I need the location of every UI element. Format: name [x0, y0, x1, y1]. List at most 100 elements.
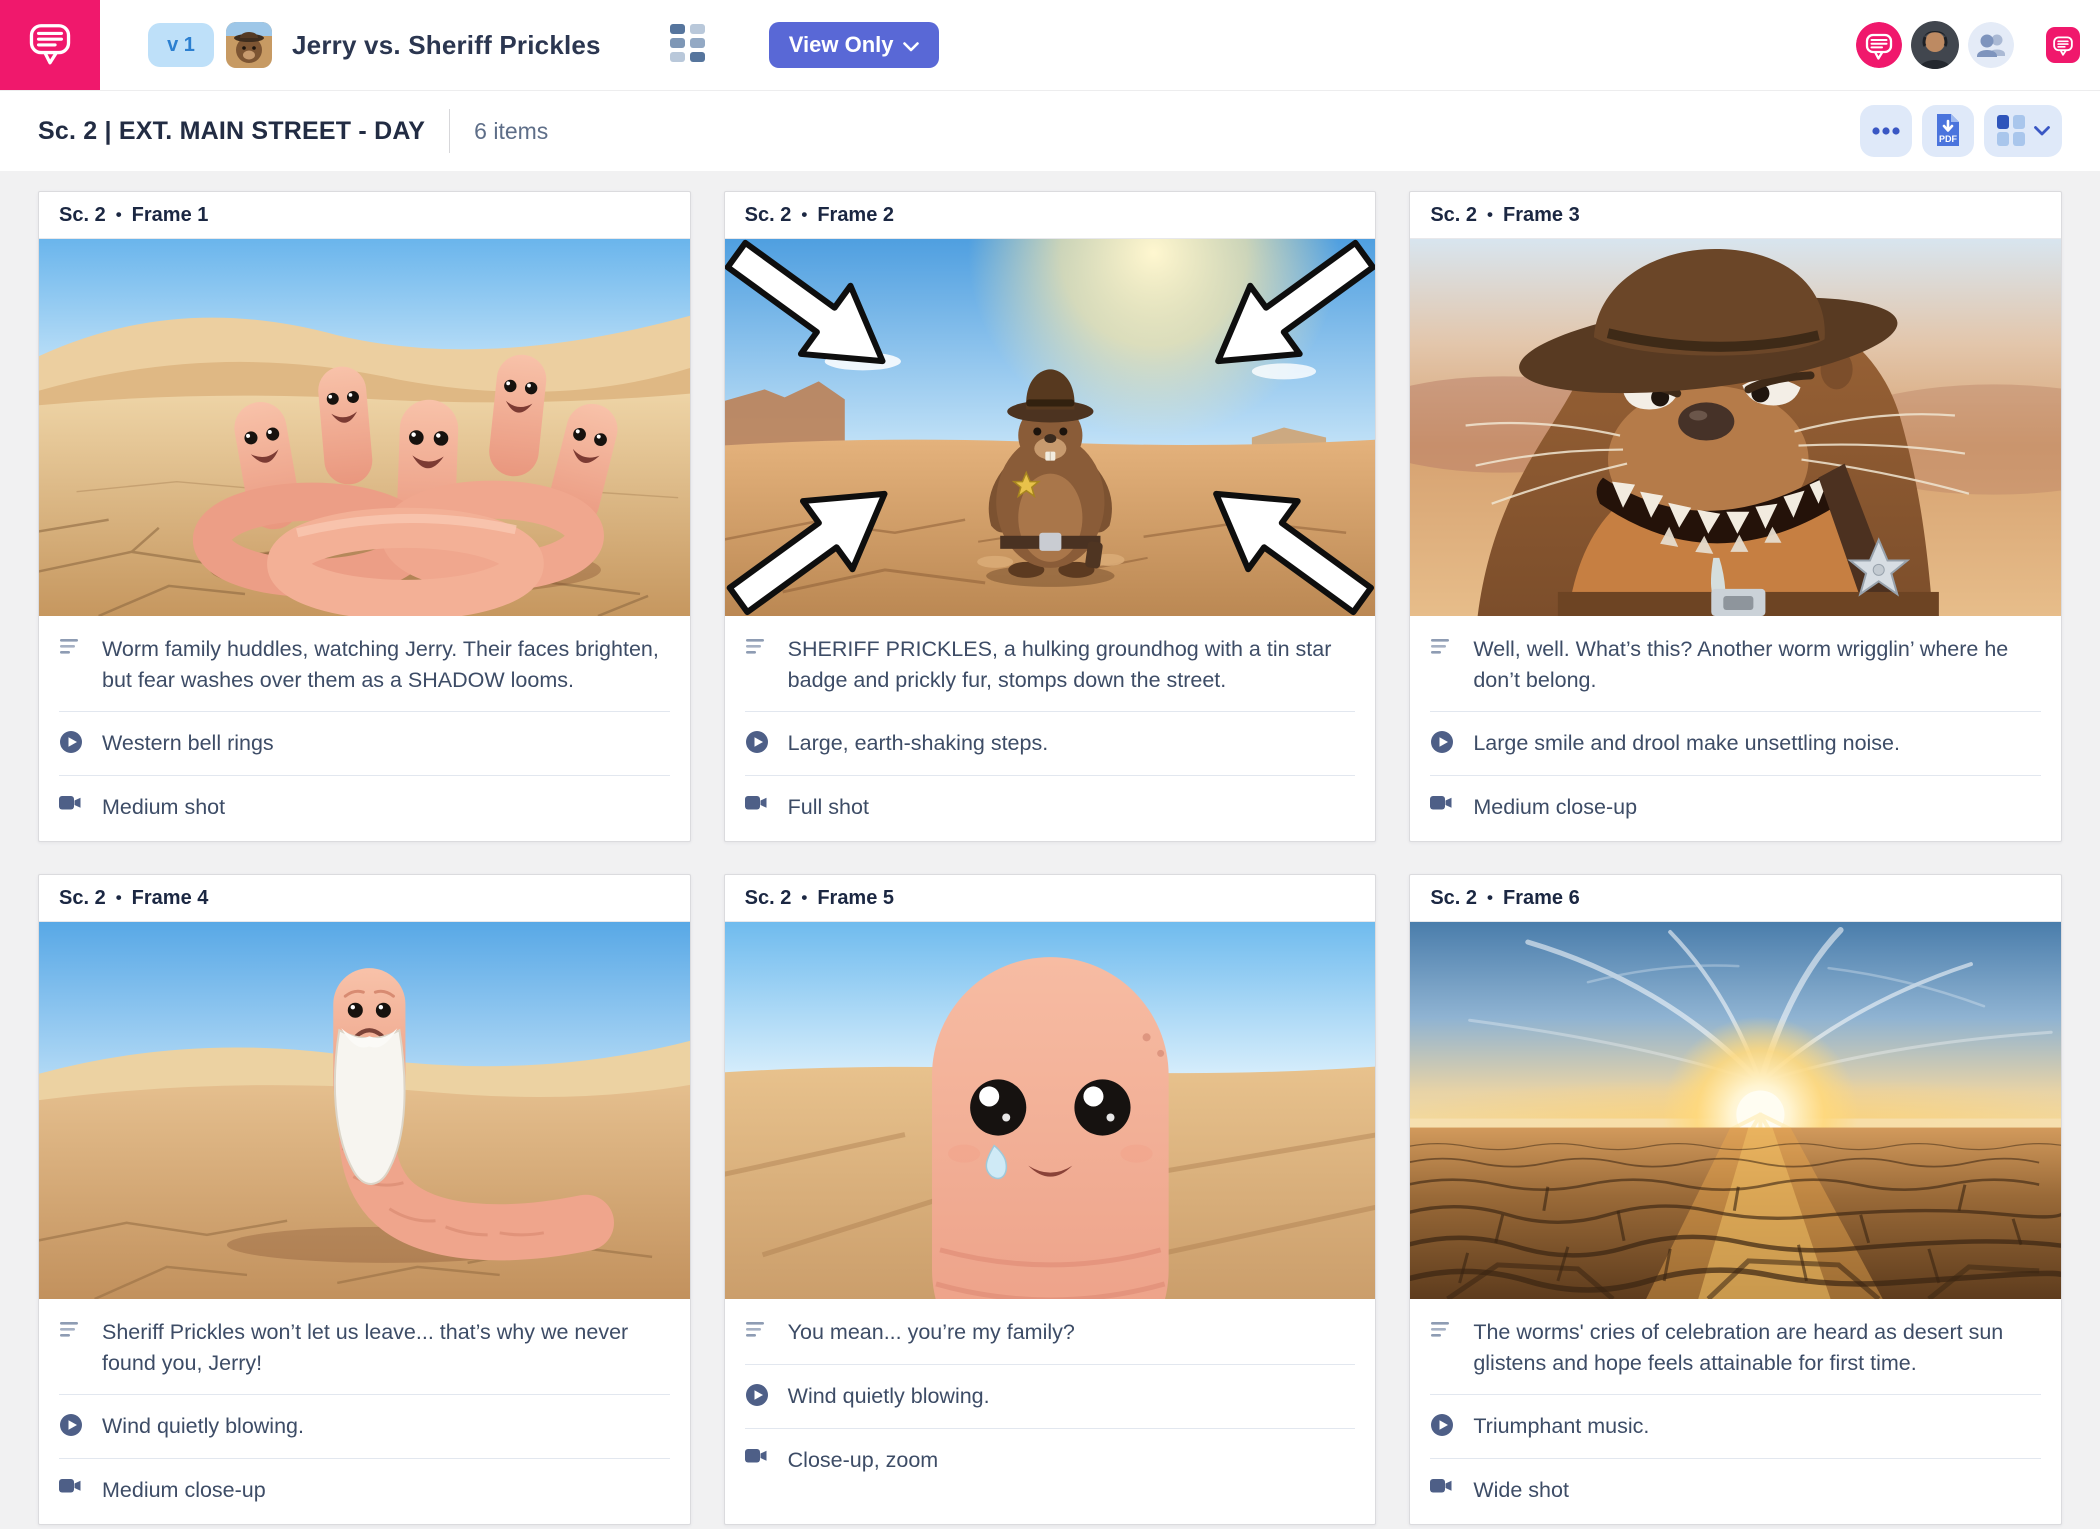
- layout-grid-icon: [669, 22, 707, 69]
- frame-shot-row: Wide shot: [1410, 1459, 2061, 1522]
- more-options-button[interactable]: [1860, 105, 1912, 157]
- guests-avatar[interactable]: [1968, 22, 2014, 68]
- frame-number-label: Frame 4: [132, 887, 209, 910]
- frame-audio-row: Wind quietly blowing.: [39, 1395, 690, 1458]
- frame-scene-label: Sc. 2: [745, 204, 792, 227]
- frame-header: Sc. 2 • Frame 1: [39, 192, 690, 239]
- storyboard-card-1[interactable]: Sc. 2 • Frame 1: [38, 191, 691, 842]
- audio-play-icon: [59, 1411, 85, 1442]
- frame-audio: Large, earth-shaking steps.: [788, 728, 1049, 759]
- frame-audio-row: Wind quietly blowing.: [725, 1365, 1376, 1428]
- audio-play-icon: [745, 728, 771, 759]
- camera-icon: [1430, 792, 1456, 823]
- chevron-down-icon: [2034, 124, 2050, 139]
- divider: [449, 109, 450, 153]
- frame-number-label: Frame 6: [1503, 887, 1580, 910]
- view-selector-button[interactable]: [1984, 105, 2062, 157]
- frame-description: You mean... you’re my family?: [788, 1317, 1075, 1348]
- storyboard-layout-button[interactable]: [663, 16, 713, 75]
- storyboard-grid: Sc. 2 • Frame 1: [0, 171, 2100, 1525]
- separator-dot: •: [801, 205, 807, 225]
- document-title: Jerry vs. Sheriff Prickles: [292, 30, 601, 61]
- more-dots-icon: [1871, 124, 1901, 139]
- speech-bubble-icon: [27, 20, 73, 71]
- separator-dot: •: [1487, 205, 1493, 225]
- frame-description: The worms' cries of celebration are hear…: [1473, 1317, 2041, 1378]
- storyboard-card-4[interactable]: Sc. 2 • Frame 4: [38, 874, 691, 1525]
- frame-number-label: Frame 5: [817, 887, 894, 910]
- separator-dot: •: [801, 888, 807, 908]
- audio-play-icon: [1430, 728, 1456, 759]
- frame-image-2[interactable]: [725, 239, 1376, 616]
- frame-audio: Western bell rings: [102, 728, 274, 759]
- frame-scene-label: Sc. 2: [745, 887, 792, 910]
- frame-shot-row: Medium close-up: [39, 1459, 690, 1522]
- frame-description-row: The worms' cries of celebration are hear…: [1410, 1299, 2061, 1394]
- frame-header: Sc. 2 • Frame 2: [725, 192, 1376, 239]
- storyboard-card-2[interactable]: Sc. 2 • Frame 2: [724, 191, 1377, 842]
- separator-dot: •: [116, 888, 122, 908]
- description-icon: [59, 634, 85, 695]
- description-icon: [745, 1317, 771, 1348]
- frame-audio-row: Triumphant music.: [1410, 1395, 2061, 1458]
- frame-header: Sc. 2 • Frame 3: [1410, 192, 2061, 239]
- toolbar-actions: PDF: [1860, 105, 2062, 157]
- frame-image-1[interactable]: [39, 239, 690, 616]
- support-chat-button[interactable]: [2046, 27, 2080, 63]
- storyboard-card-6[interactable]: Sc. 2 • Frame 6: [1409, 874, 2062, 1525]
- separator-dot: •: [1487, 888, 1493, 908]
- user-avatar[interactable]: [1911, 21, 1959, 69]
- pdf-download-icon: PDF: [1933, 113, 1963, 150]
- audio-play-icon: [745, 1381, 771, 1412]
- storyboard-card-3[interactable]: Sc. 2 • Frame 3: [1409, 191, 2062, 842]
- frame-image-3[interactable]: [1410, 239, 2061, 616]
- frame-scene-label: Sc. 2: [59, 887, 106, 910]
- frame-header: Sc. 2 • Frame 5: [725, 875, 1376, 922]
- app-header: v 1 Jerry vs. Sheriff Prickles View On: [0, 0, 2100, 91]
- frame-description: SHERIFF PRICKLES, a hulking groundhog wi…: [788, 634, 1356, 695]
- storyboard-card-5[interactable]: Sc. 2 • Frame 5: [724, 874, 1377, 1525]
- view-only-label: View Only: [789, 32, 894, 58]
- frame-shot: Wide shot: [1473, 1475, 1569, 1506]
- description-icon: [1430, 1317, 1456, 1378]
- frame-shot: Medium close-up: [1473, 792, 1637, 823]
- frame-description-row: SHERIFF PRICKLES, a hulking groundhog wi…: [725, 616, 1376, 711]
- frame-shot: Full shot: [788, 792, 869, 823]
- audio-play-icon: [1430, 1411, 1456, 1442]
- frame-audio-row: Large, earth-shaking steps.: [725, 712, 1376, 775]
- camera-icon: [1430, 1475, 1456, 1506]
- description-icon: [1430, 634, 1456, 695]
- camera-icon: [59, 792, 85, 823]
- frame-shot-row: Full shot: [725, 776, 1376, 839]
- frame-shot-row: Medium shot: [39, 776, 690, 839]
- scene-title: Sc. 2 | EXT. MAIN STREET - DAY: [38, 117, 425, 146]
- description-icon: [745, 634, 771, 695]
- frame-header: Sc. 2 • Frame 4: [39, 875, 690, 922]
- frame-image-6[interactable]: [1410, 922, 2061, 1299]
- boords-bot-avatar[interactable]: [1856, 22, 1902, 68]
- frame-image-5[interactable]: [725, 922, 1376, 1299]
- frame-audio: Wind quietly blowing.: [102, 1411, 304, 1442]
- frame-audio: Wind quietly blowing.: [788, 1381, 990, 1412]
- frame-shot: Close-up, zoom: [788, 1445, 939, 1476]
- frame-description-row: You mean... you’re my family?: [725, 1299, 1376, 1364]
- version-badge[interactable]: v 1: [148, 23, 214, 67]
- frame-audio: Triumphant music.: [1473, 1411, 1649, 1442]
- boords-logo[interactable]: [0, 0, 100, 90]
- audio-play-icon: [59, 728, 85, 759]
- download-pdf-button[interactable]: PDF: [1922, 105, 1974, 157]
- frame-meta: Well, well. What’s this? Another worm wr…: [1410, 616, 2061, 839]
- frame-description-row: Sheriff Prickles won’t let us leave... t…: [39, 1299, 690, 1394]
- description-icon: [59, 1317, 85, 1378]
- frame-shot-row: Medium close-up: [1410, 776, 2061, 839]
- frame-image-4[interactable]: [39, 922, 690, 1299]
- frame-shot: Medium shot: [102, 792, 225, 823]
- frame-scene-label: Sc. 2: [59, 204, 106, 227]
- frame-description-row: Worm family huddles, watching Jerry. The…: [39, 616, 690, 711]
- view-only-button[interactable]: View Only: [769, 22, 940, 68]
- frame-shot: Medium close-up: [102, 1475, 266, 1506]
- project-thumbnail[interactable]: [226, 22, 272, 68]
- frame-number-label: Frame 3: [1503, 204, 1580, 227]
- frame-description: Worm family huddles, watching Jerry. The…: [102, 634, 670, 695]
- camera-icon: [745, 1445, 771, 1476]
